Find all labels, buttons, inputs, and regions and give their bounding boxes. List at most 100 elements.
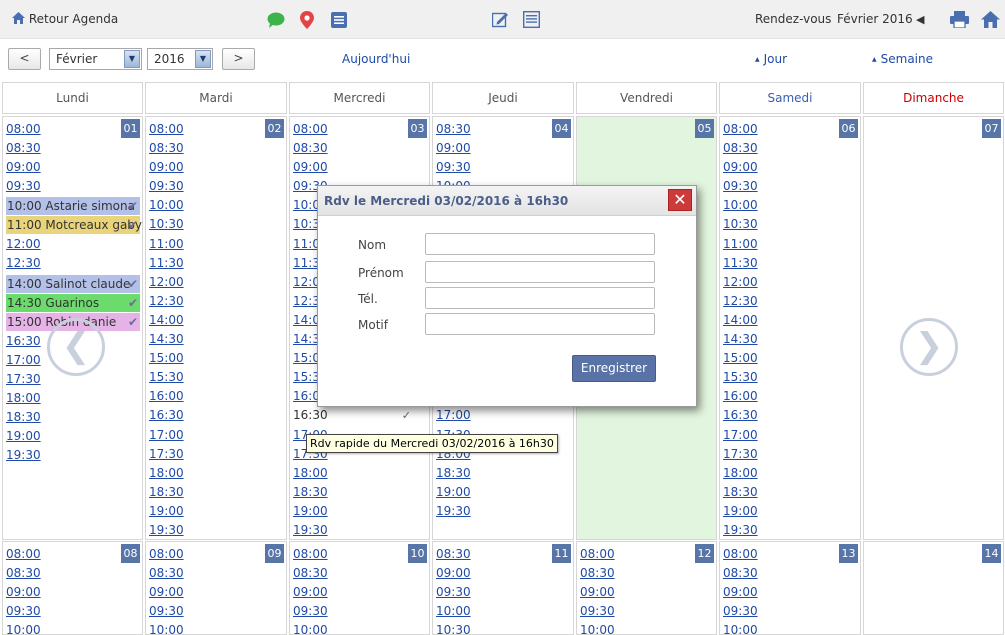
day-cell[interactable]: 09 08:00 08:30 09:00 09:30 10:00 (145, 541, 287, 635)
previous-month-arrow-icon[interactable]: ◀ (916, 0, 924, 39)
time-slot-link[interactable]: 11:00 (723, 237, 758, 251)
time-slot-link[interactable]: 14:00 (723, 313, 758, 327)
time-slot-link[interactable]: 09:00 (723, 585, 758, 599)
day-cell[interactable]: 06 08:00 08:30 09:00 09:30 10:00 10:30 11:00 11:… (719, 116, 861, 540)
time-slot-link[interactable]: 18:30 (293, 485, 328, 499)
time-slot-link[interactable]: 09:30 (580, 604, 615, 618)
time-slot-link[interactable]: 08:30 (723, 141, 758, 155)
time-slot-link[interactable]: 11:00 (149, 237, 184, 251)
time-slot-link[interactable]: 09:00 (149, 585, 184, 599)
year-select[interactable]: 2016 ▼ (147, 48, 213, 70)
time-slot-link[interactable]: 16:30 (6, 334, 41, 348)
edit-icon[interactable] (491, 0, 509, 39)
time-slot-link[interactable]: 10:00 (723, 198, 758, 212)
day-view-link[interactable]: ▲ Jour (755, 48, 787, 70)
prenom-input[interactable] (425, 261, 655, 283)
time-slot-link[interactable]: 17:00 (723, 428, 758, 442)
document-icon[interactable] (522, 0, 541, 39)
time-slot-link[interactable]: 08:30 (6, 141, 41, 155)
time-slot-link[interactable]: 19:00 (723, 504, 758, 518)
time-slot-link[interactable]: 17:30 (723, 447, 758, 461)
time-slot-link[interactable]: 08:00 (580, 547, 615, 561)
time-slot-link[interactable]: 10:30 (723, 217, 758, 231)
map-pin-icon[interactable] (300, 0, 314, 39)
time-slot-link[interactable]: 17:30 (149, 447, 184, 461)
time-slot-link[interactable]: 16:30 (723, 408, 758, 422)
month-select[interactable]: Février ▼ (49, 48, 142, 70)
time-slot-link[interactable]: 08:30 (293, 566, 328, 580)
time-slot-link[interactable]: 12:30 (149, 294, 184, 308)
list-icon[interactable] (331, 0, 347, 39)
time-slot-link[interactable]: 15:30 (149, 370, 184, 384)
time-slot-link[interactable]: 09:30 (723, 604, 758, 618)
time-slot-link[interactable]: 18:30 (436, 466, 471, 480)
time-slot-link[interactable]: 09:30 (6, 604, 41, 618)
appointment-item[interactable]: 10:00 Astarie simona ✔ (6, 197, 140, 216)
day-cell[interactable]: 12 08:00 08:30 09:00 09:30 10:00 (576, 541, 717, 635)
time-slot-link[interactable]: 17:30 (6, 372, 41, 386)
day-cell[interactable]: 08 08:00 08:30 09:00 09:30 10:00 (2, 541, 143, 635)
close-icon[interactable]: ✕ (668, 189, 692, 211)
time-slot-link[interactable]: 19:30 (293, 523, 328, 537)
time-slot-link[interactable]: 08:30 (293, 141, 328, 155)
time-slot-link[interactable]: 16:00 (723, 389, 758, 403)
time-slot-link[interactable]: 09:00 (436, 141, 471, 155)
day-cell[interactable]: 14 (863, 541, 1004, 635)
time-slot-link[interactable]: 10:00 (723, 623, 758, 634)
time-slot-link[interactable]: 08:00 (149, 122, 184, 136)
print-icon[interactable] (950, 0, 969, 39)
day-cell[interactable]: 13 08:00 08:30 09:00 09:30 10:00 (719, 541, 861, 635)
time-slot-link[interactable]: 08:30 (6, 566, 41, 580)
day-cell[interactable]: 11 08:30 09:00 09:30 10:00 10:30 (432, 541, 574, 635)
time-slot-link[interactable]: 18:30 (723, 485, 758, 499)
time-slot-link[interactable]: 10:00 (293, 623, 328, 634)
time-slot-link[interactable]: 18:00 (723, 466, 758, 480)
time-slot-link[interactable]: 09:00 (580, 585, 615, 599)
time-slot-link[interactable]: 18:00 (293, 466, 328, 480)
time-slot-link[interactable]: 08:30 (436, 547, 471, 561)
time-slot-link[interactable]: 08:00 (6, 122, 41, 136)
time-slot-link[interactable]: 19:30 (6, 448, 41, 462)
time-slot-link[interactable]: 12:00 (6, 237, 41, 251)
time-slot-link[interactable]: 09:00 (436, 566, 471, 580)
time-slot-link[interactable]: 09:00 (293, 160, 328, 174)
time-slot-link[interactable]: 19:00 (6, 429, 41, 443)
previous-button[interactable]: < (8, 48, 41, 70)
day-cell[interactable]: 10 08:00 08:30 09:00 09:30 10:00 (289, 541, 430, 635)
time-slot-link[interactable]: 11:30 (149, 256, 184, 270)
time-slot-link[interactable]: 15:00 (723, 351, 758, 365)
time-slot-link[interactable]: 16:30 (149, 408, 184, 422)
time-slot-link[interactable]: 12:00 (149, 275, 184, 289)
time-slot-link[interactable]: 17:00 (6, 353, 41, 367)
time-slot-link[interactable]: 08:00 (293, 547, 328, 561)
time-slot-link[interactable]: 10:00 (436, 604, 471, 618)
appointment-item[interactable]: 14:00 Salinot claude ✔ (6, 274, 140, 293)
time-slot-link[interactable]: 09:30 (149, 179, 184, 193)
time-slot-link[interactable]: 17:00 (149, 428, 184, 442)
tel-input[interactable] (425, 287, 655, 309)
time-slot-link[interactable]: 10:30 (149, 217, 184, 231)
time-slot-link[interactable]: 08:00 (6, 547, 41, 561)
time-slot-link[interactable]: 19:30 (149, 523, 184, 537)
time-slot-link[interactable]: 10:00 (149, 198, 184, 212)
time-slot-link[interactable]: 09:00 (6, 585, 41, 599)
chat-icon[interactable] (267, 0, 285, 39)
appointment-item[interactable]: 14:30 Guarinos ✔ (6, 293, 140, 312)
time-slot-link[interactable]: 09:30 (723, 179, 758, 193)
time-slot-link[interactable]: 09:30 (6, 179, 41, 193)
time-slot-link[interactable]: 09:00 (293, 585, 328, 599)
home-icon[interactable] (981, 0, 1000, 39)
time-slot-link[interactable]: 17:00 (436, 408, 471, 422)
time-slot-link[interactable]: 19:00 (436, 485, 471, 499)
time-slot-link[interactable]: 08:00 (723, 547, 758, 561)
time-slot-link[interactable]: 08:30 (149, 566, 184, 580)
time-slot-link[interactable]: 18:00 (149, 466, 184, 480)
motif-input[interactable] (425, 313, 655, 335)
next-week-arrow-icon[interactable]: ❯ (900, 318, 958, 376)
nom-input[interactable] (425, 233, 655, 255)
appointment-item[interactable]: 11:00 Motcreaux gaby ✔ (6, 216, 142, 235)
time-slot-link[interactable]: 08:00 (293, 122, 328, 136)
time-slot-link[interactable]: 08:30 (580, 566, 615, 580)
time-slot-link[interactable]: 19:00 (149, 504, 184, 518)
back-to-agenda-link[interactable]: Retour Agenda (12, 0, 118, 39)
